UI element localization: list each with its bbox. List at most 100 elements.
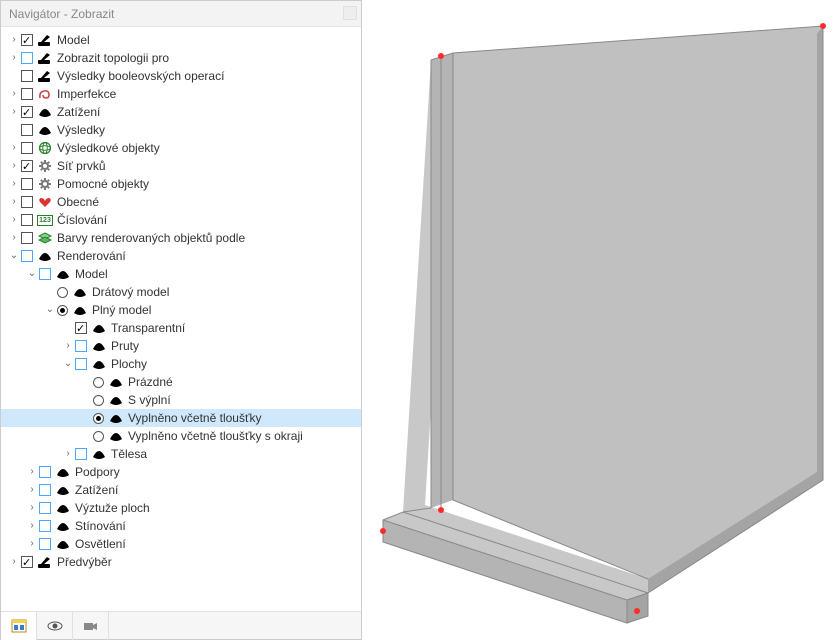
tree-item-label: Síť prvků [57,157,361,175]
checkbox[interactable] [21,52,33,64]
checkbox[interactable] [21,556,33,568]
expand-toggle[interactable]: › [7,103,21,121]
tree-item-pruty[interactable]: ›Pruty [1,337,361,355]
tree-item-podpory[interactable]: ›Podpory [1,463,361,481]
checkbox[interactable] [21,106,33,118]
tree-item-plochy[interactable]: ⌄ Plochy [1,355,361,373]
tab-layout[interactable] [1,612,37,640]
tree-item-model[interactable]: ›Model [1,31,361,49]
expand-toggle[interactable]: ⌄ [25,265,39,283]
checkbox[interactable] [75,340,87,352]
expand-toggle[interactable]: ⌄ [43,301,57,319]
tree-item-plny[interactable]: ⌄Plný model [1,301,361,319]
tree-item-bool[interactable]: ›Výsledky booleovských operací [1,67,361,85]
expand-toggle[interactable]: › [61,337,75,355]
expand-toggle[interactable]: › [61,445,75,463]
checkbox[interactable] [21,160,33,172]
tree-item-vyplto[interactable]: ›Vyplněno včetně tloušťky s okraji [1,427,361,445]
tab-eye[interactable] [37,612,73,640]
radio[interactable] [93,377,104,388]
checkbox[interactable] [21,178,33,190]
expand-toggle[interactable]: ⌄ [61,355,75,373]
render-icon [37,249,53,263]
expand-toggle[interactable]: › [7,193,21,211]
tab-camera[interactable] [73,612,109,640]
tree-item-cis[interactable]: ›123Číslování [1,211,361,229]
tree-item-drato[interactable]: ›Drátový model [1,283,361,301]
tree-item-label: Model [75,265,361,283]
tree-item-rend[interactable]: ⌄Renderování [1,247,361,265]
checkbox[interactable] [21,250,33,262]
tree-view[interactable]: ›Model›Zobrazit topologii pro›Výsledky b… [1,27,361,611]
expand-toggle[interactable]: › [25,499,39,517]
expand-toggle[interactable]: › [7,85,21,103]
tree-item-stin[interactable]: ›Stínování [1,517,361,535]
tree-item-vysobj[interactable]: ›Výsledkové objekty [1,139,361,157]
checkbox[interactable] [21,196,33,208]
expand-toggle[interactable]: › [7,229,21,247]
tree-item-label: Prázdné [128,373,361,391]
3d-viewport[interactable] [363,0,835,640]
tree-item-barvy[interactable]: ›Barvy renderovaných objektů podle [1,229,361,247]
checkbox[interactable] [21,232,33,244]
checkbox[interactable] [75,322,87,334]
render-icon [108,411,124,425]
expand-toggle[interactable]: ⌄ [7,247,21,265]
expand-toggle[interactable]: › [7,49,21,67]
tree-item-rmodel[interactable]: ⌄ Model [1,265,361,283]
tree-item-zat2[interactable]: ›Zatížení [1,481,361,499]
radio[interactable] [57,287,68,298]
panel-close-icon[interactable] [343,6,357,20]
expand-toggle[interactable]: › [25,535,39,553]
expand-toggle[interactable]: › [7,139,21,157]
radio[interactable] [57,305,68,316]
checkbox[interactable] [21,34,33,46]
tree-item-trans[interactable]: ›Transparentní [1,319,361,337]
checkbox[interactable] [21,142,33,154]
tree-item-label: Tělesa [111,445,361,463]
tree-item-pom[interactable]: › Pomocné objekty [1,175,361,193]
tree-item-imperf[interactable]: ›Imperfekce [1,85,361,103]
checkbox[interactable] [21,70,33,82]
tree-item-vyzt[interactable]: ›Výztuže ploch [1,499,361,517]
checkbox[interactable] [21,214,33,226]
tree-item-osvet[interactable]: ›Osvětlení [1,535,361,553]
checkbox[interactable] [39,520,51,532]
tree-item-sit[interactable]: › Síť prvků [1,157,361,175]
expand-toggle[interactable]: › [25,463,39,481]
checkbox[interactable] [21,124,33,136]
radio[interactable] [93,395,104,406]
tree-item-prazdne[interactable]: ›Prázdné [1,373,361,391]
checkbox[interactable] [39,502,51,514]
expand-toggle[interactable]: › [25,481,39,499]
tree-item-vys[interactable]: ›Výsledky [1,121,361,139]
expand-toggle[interactable]: › [7,175,21,193]
tree-item-svypln[interactable]: ›S výplní [1,391,361,409]
render-icon [91,357,107,371]
tree-item-vyplt[interactable]: ›Vyplněno včetně tloušťky [1,409,361,427]
expand-toggle[interactable]: › [7,211,21,229]
checkbox[interactable] [39,484,51,496]
tree-item-topo[interactable]: ›Zobrazit topologii pro [1,49,361,67]
tree-item-label: Číslování [57,211,361,229]
checkbox[interactable] [21,88,33,100]
checkbox[interactable] [75,448,87,460]
brush-icon [37,69,53,83]
tree-item-predvyber[interactable]: ›Předvýběr [1,553,361,571]
tree-item-label: Plochy [111,355,361,373]
checkbox[interactable] [39,268,51,280]
checkbox[interactable] [39,538,51,550]
heart-icon [37,195,53,209]
radio[interactable] [93,413,104,424]
expand-toggle[interactable]: › [7,157,21,175]
expand-toggle[interactable]: › [7,553,21,571]
tree-item-telesa[interactable]: › Tělesa [1,445,361,463]
tree-item-obec[interactable]: ›Obecné [1,193,361,211]
expand-toggle[interactable]: › [7,31,21,49]
tree-item-zat[interactable]: ›Zatížení [1,103,361,121]
tree-item-label: Pomocné objekty [57,175,361,193]
checkbox[interactable] [39,466,51,478]
radio[interactable] [93,431,104,442]
checkbox[interactable] [75,358,87,370]
expand-toggle[interactable]: › [25,517,39,535]
